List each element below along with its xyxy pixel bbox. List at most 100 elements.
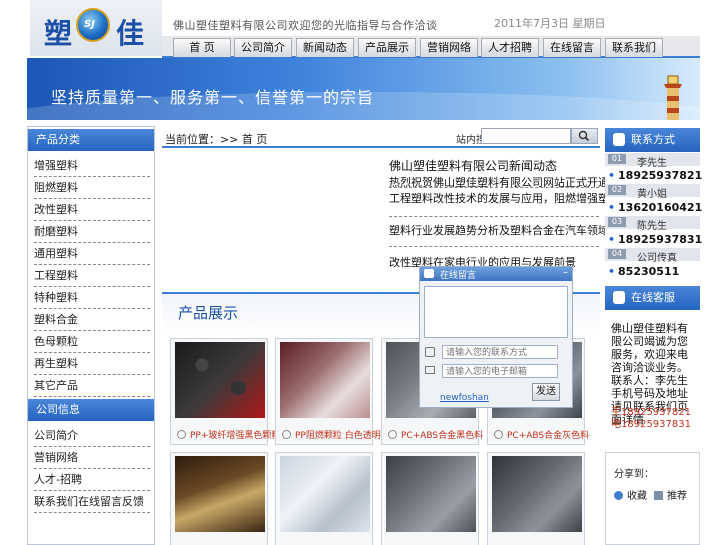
recommend-label: 推荐 xyxy=(667,491,687,502)
sidebar-info-item[interactable]: 人才-招聘 xyxy=(34,469,150,491)
product-name: PP阻燃颗粒 白色透明料 xyxy=(295,431,390,441)
chat-phone-field[interactable] xyxy=(442,345,558,359)
globe-icon: SJ xyxy=(76,8,110,42)
sidebar-item[interactable]: 其它产品 xyxy=(34,375,150,397)
sidebar-info-item[interactable]: 联系我们在线留言反馈 xyxy=(34,491,150,513)
nav-jobs[interactable]: 人才招聘 xyxy=(481,38,539,57)
left-sidebar: 产品分类 增强塑料 阻燃塑料 改性塑料 耐磨塑料 通用塑料 工程塑料 特种塑料 … xyxy=(27,126,155,545)
send-button[interactable]: 发送 xyxy=(532,383,560,401)
sidebar-item[interactable]: 增强塑料 xyxy=(34,155,150,177)
contact-name: 黄小姐 xyxy=(637,189,667,200)
chat-title: 在线留言 xyxy=(440,271,477,281)
sidebar-info-heading: 公司信息 xyxy=(28,399,154,421)
chat-message-area[interactable] xyxy=(424,286,568,338)
bookmark-label: 收藏 xyxy=(627,491,647,502)
sidebar-info-item[interactable]: 营销网络 xyxy=(34,447,150,469)
search-icon xyxy=(578,130,590,142)
logo-globe-text: SJ xyxy=(84,19,95,30)
contact-phone: 13620160421 xyxy=(608,201,702,214)
banner-slogan: 坚持质量第一、服务第一、信誉第一的宗旨 xyxy=(51,88,375,107)
current-date: 2011年7月3日 星期日 xyxy=(494,17,606,30)
news-divider xyxy=(389,216,599,217)
sidebar-item[interactable]: 阻燃塑料 xyxy=(34,177,150,199)
contact-number-badge: 04 xyxy=(608,249,626,259)
product-image xyxy=(280,342,370,418)
hotline: 电18925937831 xyxy=(611,419,691,430)
nav-network[interactable]: 营销网络 xyxy=(420,38,478,57)
contact-number-badge: 03 xyxy=(608,217,626,227)
contact-name: 陈先生 xyxy=(637,221,667,232)
contact-name: 李先生 xyxy=(637,158,667,169)
nav-contact[interactable]: 联系我们 xyxy=(605,38,663,57)
contact-phone: 18925937821 xyxy=(608,169,702,182)
search-input[interactable] xyxy=(481,128,571,144)
sidebar-item[interactable]: 改性塑料 xyxy=(34,199,150,221)
bookmark-icon xyxy=(614,491,623,500)
product-image xyxy=(175,456,265,532)
phone-icon xyxy=(425,347,435,357)
breadcrumb: 当前位置：>> 首 页 xyxy=(165,133,268,146)
product-name: PC+ABS合金黑色料 xyxy=(401,431,484,441)
site-logo[interactable]: 塑 SJ 佳 xyxy=(30,0,162,56)
contact-number-badge: 02 xyxy=(608,185,626,195)
product-image xyxy=(386,456,476,532)
products-title: 产品展示 xyxy=(178,304,239,322)
nav-news[interactable]: 新闻动态 xyxy=(296,38,354,57)
sidebar-item[interactable]: 特种塑料 xyxy=(34,287,150,309)
sidebar-item[interactable]: 耐磨塑料 xyxy=(34,221,150,243)
product-name: PC+ABS合金灰色料 xyxy=(507,431,590,441)
news-heading: 佛山塑佳塑料有限公司新闻动态 xyxy=(389,159,558,173)
sidebar-product-heading: 产品分类 xyxy=(28,129,154,151)
product-icon xyxy=(177,430,186,439)
mail-icon xyxy=(425,366,435,374)
search-button[interactable] xyxy=(571,128,598,144)
product-image xyxy=(492,456,582,532)
chat-popup: 在线留言 – newfoshan 发送 xyxy=(419,266,573,408)
product-card[interactable]: PP+玻纤增强黑色颗粒 xyxy=(170,338,280,445)
news-divider xyxy=(389,246,599,247)
header-tagline: 佛山塑佳塑料有限公司欢迎您的光临指导与合作洽谈 xyxy=(173,19,438,32)
product-icon xyxy=(282,430,291,439)
lighthouse-icon xyxy=(664,75,682,120)
product-card[interactable] xyxy=(170,452,268,545)
bookmark-button[interactable]: 收藏 xyxy=(614,487,647,502)
sidebar-item[interactable]: 工程塑料 xyxy=(34,265,150,287)
contact-phone: 18925937831 xyxy=(608,233,702,246)
logo-char-right: 佳 xyxy=(116,17,145,50)
contact-heading-label: 联系方式 xyxy=(631,133,675,146)
sidebar-item[interactable]: 通用塑料 xyxy=(34,243,150,265)
recommend-icon xyxy=(654,491,663,500)
nav-home[interactable]: 首 页 xyxy=(173,38,231,57)
sidebar-item[interactable]: 塑料合金 xyxy=(34,309,150,331)
contact-heading: 联系方式 xyxy=(605,128,700,152)
contact-phone: 85230511 xyxy=(608,265,679,278)
contact-number-badge: 01 xyxy=(608,154,626,164)
nav-message[interactable]: 在线留言 xyxy=(543,38,601,57)
product-card[interactable] xyxy=(487,452,585,545)
chat-email-field[interactable] xyxy=(442,364,558,378)
minimize-button[interactable]: – xyxy=(563,267,568,278)
sidebar-item[interactable]: 再生塑料 xyxy=(34,353,150,375)
product-card[interactable]: PP阻燃颗粒 白色透明料 xyxy=(275,338,390,445)
product-card[interactable] xyxy=(275,452,373,545)
banner: 坚持质量第一、服务第一、信誉第一的宗旨 xyxy=(27,58,700,120)
phone-icon xyxy=(613,133,625,146)
sidebar-item[interactable]: 色母颗粒 xyxy=(34,331,150,353)
chat-titlebar[interactable]: 在线留言 – xyxy=(420,267,572,281)
product-icon xyxy=(388,430,397,439)
sidebar-info-item[interactable]: 公司简介 xyxy=(34,425,150,447)
product-card[interactable] xyxy=(381,452,479,545)
nav-about[interactable]: 公司简介 xyxy=(234,38,292,57)
chat-link[interactable]: newfoshan xyxy=(440,393,489,403)
service-heading-label: 在线客服 xyxy=(631,291,675,304)
contact-name: 公司传真 xyxy=(637,253,677,264)
nav-products[interactable]: 产品展示 xyxy=(358,38,416,57)
share-title: 分享到： xyxy=(614,469,654,480)
service-icon xyxy=(613,291,625,304)
logo-char-left: 塑 xyxy=(44,17,73,50)
service-heading: 在线客服 xyxy=(605,286,700,310)
product-icon xyxy=(494,430,503,439)
product-name: PP+玻纤增强黑色颗粒 xyxy=(190,431,281,441)
product-image xyxy=(175,342,265,418)
recommend-button[interactable]: 推荐 xyxy=(654,487,687,502)
